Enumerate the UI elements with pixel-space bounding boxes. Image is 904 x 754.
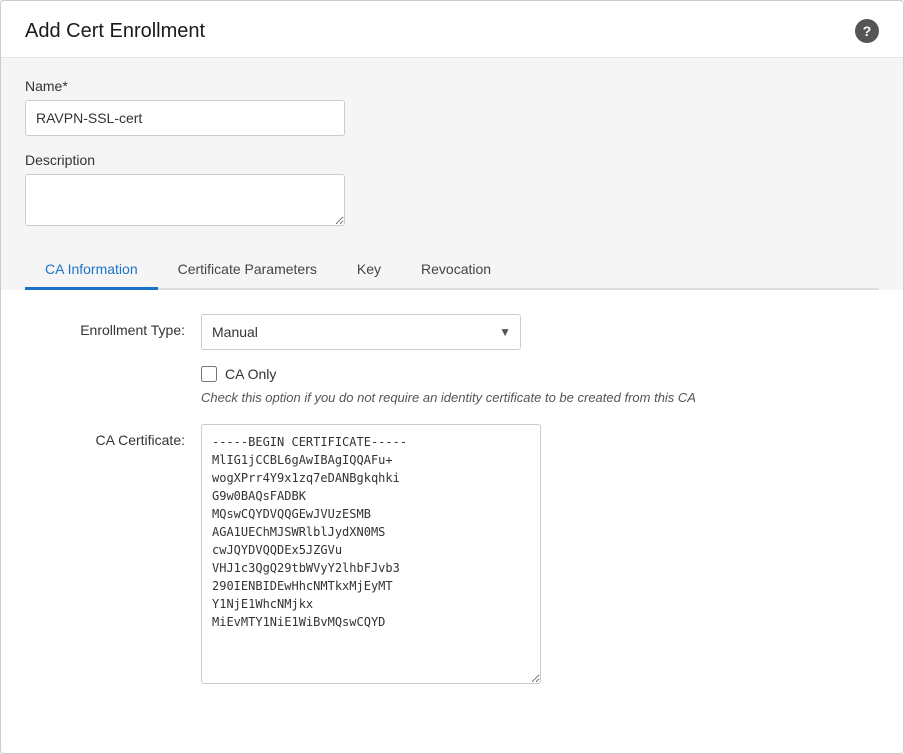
name-label: Name*	[25, 78, 879, 94]
ca-only-checkbox[interactable]	[201, 366, 217, 382]
add-cert-enrollment-modal: Add Cert Enrollment ? Name* Description …	[0, 0, 904, 754]
ca-only-help-text: Check this option if you do not require …	[201, 388, 841, 408]
ca-only-spacer	[25, 366, 185, 374]
ca-certificate-label: CA Certificate:	[25, 424, 185, 448]
name-field-group: Name*	[25, 78, 879, 136]
modal-title: Add Cert Enrollment	[25, 20, 205, 43]
ca-only-row: CA Only Check this option if you do not …	[25, 366, 879, 408]
modal-body: Name* Description CA Information Certifi…	[1, 58, 903, 290]
ca-only-label: CA Only	[225, 366, 276, 382]
modal-header: Add Cert Enrollment ?	[1, 1, 903, 58]
description-input[interactable]	[25, 174, 345, 226]
tab-ca-information[interactable]: CA Information	[25, 251, 158, 290]
ca-certificate-row: CA Certificate: -----BEGIN CERTIFICATE--…	[25, 424, 879, 689]
tab-revocation[interactable]: Revocation	[401, 251, 511, 290]
enrollment-type-label: Enrollment Type:	[25, 314, 185, 338]
tab-certificate-parameters[interactable]: Certificate Parameters	[158, 251, 337, 290]
ca-certificate-content: -----BEGIN CERTIFICATE----- MlIG1jCCBL6g…	[201, 424, 879, 689]
ca-only-content: CA Only Check this option if you do not …	[201, 366, 879, 408]
enrollment-type-row: Enrollment Type: Manual SCEP PKCS12 ▼	[25, 314, 879, 350]
enrollment-type-select[interactable]: Manual SCEP PKCS12	[201, 314, 521, 350]
tab-content-ca-information: Enrollment Type: Manual SCEP PKCS12 ▼ CA	[1, 290, 903, 729]
enrollment-type-select-wrapper: Manual SCEP PKCS12 ▼	[201, 314, 521, 350]
description-field-group: Description	[25, 152, 879, 231]
description-label: Description	[25, 152, 879, 168]
help-icon[interactable]: ?	[855, 19, 879, 43]
tabs-container: CA Information Certificate Parameters Ke…	[25, 251, 879, 290]
name-input[interactable]	[25, 100, 345, 136]
ca-certificate-textarea[interactable]: -----BEGIN CERTIFICATE----- MlIG1jCCBL6g…	[201, 424, 541, 684]
enrollment-type-content: Manual SCEP PKCS12 ▼	[201, 314, 879, 350]
tab-key[interactable]: Key	[337, 251, 401, 290]
ca-only-checkbox-row: CA Only	[201, 366, 879, 382]
